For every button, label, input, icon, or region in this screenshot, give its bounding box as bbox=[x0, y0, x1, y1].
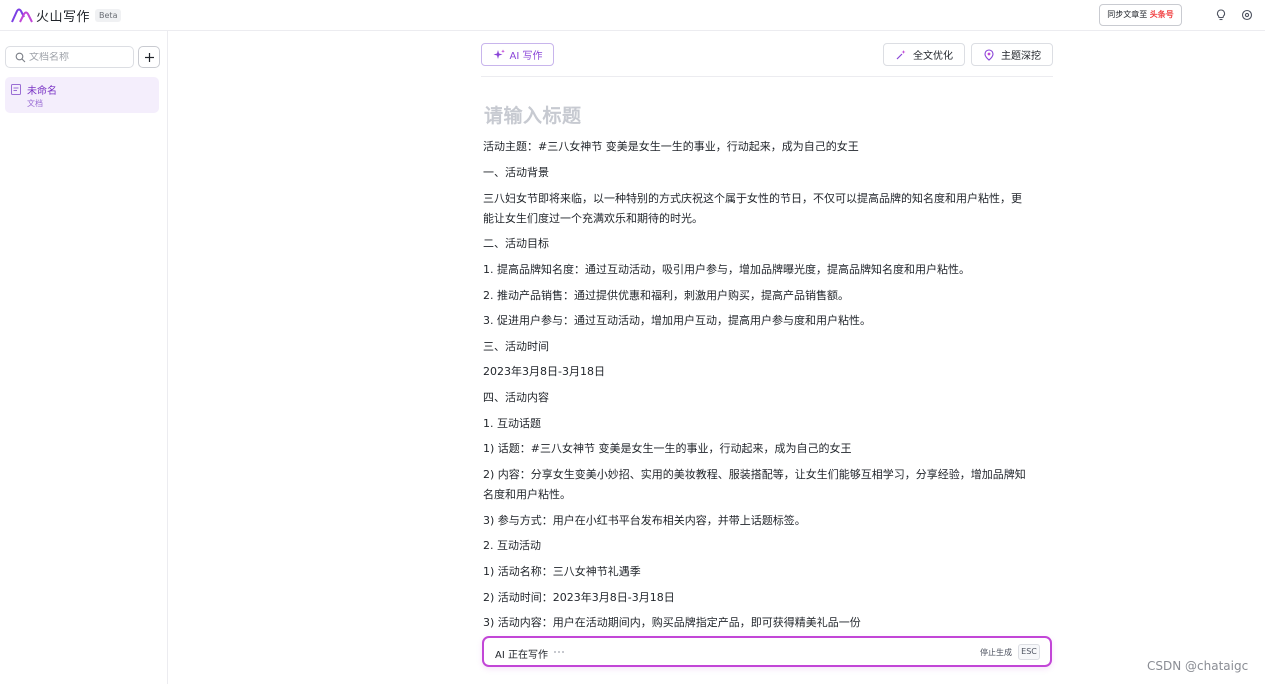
document-title: 未命名 bbox=[27, 86, 57, 97]
magic-wand-icon bbox=[896, 49, 906, 59]
ai-write-button[interactable]: AI 写作 bbox=[481, 43, 554, 66]
search-icon bbox=[15, 52, 26, 62]
editor-paragraph[interactable]: 1. 互动话题 bbox=[483, 414, 1051, 434]
stop-generation-button[interactable]: 停止生成 bbox=[980, 647, 1012, 658]
editor-paragraph[interactable]: 能让女生们度过一个充满欢乐和期待的时光。 bbox=[483, 209, 1051, 229]
sync-prefix: 同步文章至 bbox=[1107, 10, 1148, 19]
editor-paragraph[interactable]: 2) 活动时间：2023年3月8日-3月18日 bbox=[483, 588, 1051, 608]
editor-paragraph[interactable]: 三、活动时间 bbox=[483, 337, 1051, 357]
doc-search-box[interactable] bbox=[5, 46, 134, 68]
editor-paragraph[interactable]: 三八妇女节即将来临，以一种特别的方式庆祝这个属于女性的节日，不仅可以提高品牌的知… bbox=[483, 189, 1051, 209]
document-type: 文档 bbox=[27, 99, 43, 108]
optimize-label: 全文优化 bbox=[913, 51, 953, 62]
sync-brand: 头条号 bbox=[1149, 10, 1174, 19]
add-document-button[interactable] bbox=[138, 46, 160, 68]
topic-deep-dive-button[interactable]: 主题深挖 bbox=[971, 43, 1053, 66]
beta-badge: Beta bbox=[95, 8, 122, 22]
editor-paragraph[interactable]: 2023年3月8日-3月18日 bbox=[483, 362, 1051, 382]
ai-generating-bar: AI 正在写作 停止生成 ESC bbox=[482, 636, 1052, 667]
generating-status: AI 正在写作 bbox=[495, 650, 548, 661]
editor-paragraph[interactable]: 2) 内容：分享女生变美小妙招、实用的美妆教程、服装搭配等，让女生们能够互相学习… bbox=[483, 465, 1051, 485]
editor-paragraph[interactable]: 2. 互动活动 bbox=[483, 536, 1051, 556]
settings-icon[interactable] bbox=[1240, 8, 1254, 22]
loading-dots-icon bbox=[554, 651, 564, 653]
document-icon bbox=[11, 84, 21, 95]
app-name: 火山写作 bbox=[36, 9, 91, 25]
top-bar: 火山写作 Beta 同步文章至 头条号 bbox=[0, 0, 1265, 31]
editor-paragraph[interactable]: 四、活动内容 bbox=[483, 388, 1051, 408]
editor-paragraph[interactable]: 二、活动目标 bbox=[483, 234, 1051, 254]
editor-paragraph[interactable]: 3. 促进用户参与：通过互动活动，增加用户互动，提高用户参与度和用户粘性。 bbox=[483, 311, 1051, 331]
doc-search-input[interactable] bbox=[29, 51, 129, 63]
toolbar-divider bbox=[481, 76, 1053, 77]
title-input-placeholder[interactable]: 请输入标题 bbox=[484, 101, 582, 128]
sync-to-toutiao-button[interactable]: 同步文章至 头条号 bbox=[1099, 4, 1182, 26]
editor-paragraph[interactable]: 2. 推动产品销售：通过提供优惠和福利，刺激用户购买，提高产品销售额。 bbox=[483, 286, 1051, 306]
volcano-logo-icon bbox=[11, 8, 33, 23]
bulb-icon[interactable] bbox=[1214, 8, 1228, 22]
editor-paragraph[interactable]: 3) 活动内容：用户在活动期间内，购买品牌指定产品，即可获得精美礼品一份 bbox=[483, 613, 1051, 633]
editor-paragraph[interactable]: 1. 提高品牌知名度：通过互动活动，吸引用户参与，增加品牌曝光度，提高品牌知名度… bbox=[483, 260, 1051, 280]
editor-paragraph[interactable]: 1) 话题：#三八女神节 变美是女生一生的事业，行动起来，成为自己的女王 bbox=[483, 439, 1051, 459]
esc-key-hint: ESC bbox=[1018, 644, 1040, 660]
editor-paragraph[interactable]: 1) 活动名称：三八女神节礼遇季 bbox=[483, 562, 1051, 582]
document-list-item[interactable]: 未命名 文档 bbox=[5, 77, 159, 113]
editor-paragraph[interactable]: 活动主题：#三八女神节 变美是女生一生的事业，行动起来，成为自己的女王 bbox=[483, 137, 1051, 157]
full-text-optimize-button[interactable]: 全文优化 bbox=[883, 43, 965, 66]
plus-icon bbox=[144, 52, 154, 62]
ai-write-label: AI 写作 bbox=[509, 51, 543, 62]
deep-dive-label: 主题深挖 bbox=[1001, 51, 1041, 62]
sparkle-icon bbox=[493, 49, 505, 59]
editor-paragraph[interactable]: 名度和用户粘性。 bbox=[483, 485, 1051, 505]
editor-paragraph[interactable]: 3) 参与方式：用户在小红书平台发布相关内容，并带上话题标签。 bbox=[483, 511, 1051, 531]
app-logo[interactable]: 火山写作 Beta bbox=[11, 6, 122, 25]
editor-paragraph[interactable]: 一、活动背景 bbox=[483, 163, 1051, 183]
sidebar: 未命名 文档 bbox=[0, 31, 168, 684]
location-bulb-icon bbox=[984, 48, 994, 61]
watermark: CSDN @chataigc bbox=[1147, 659, 1249, 673]
